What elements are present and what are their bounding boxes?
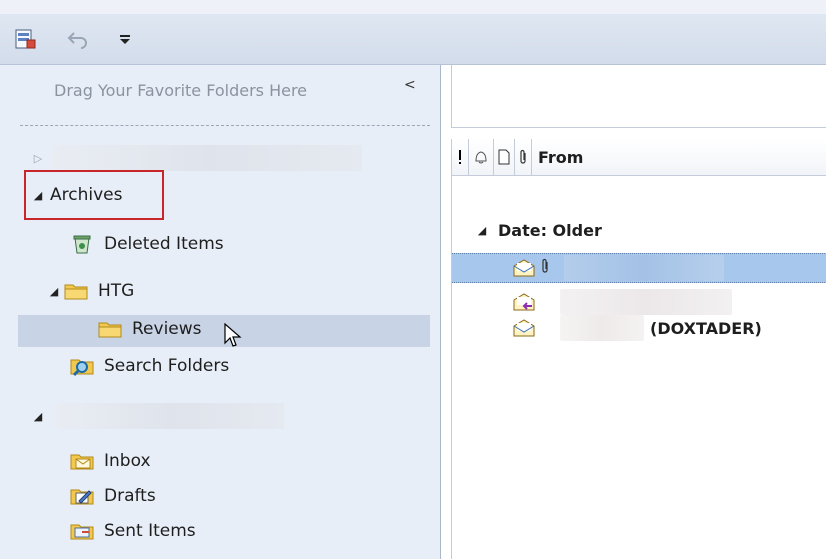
reminder-column-icon[interactable] (469, 139, 494, 175)
quick-access-toolbar (0, 14, 826, 65)
message-row[interactable] (452, 253, 826, 283)
message-list-pane: From ◢ Date: Older (DOXTADER) (441, 65, 826, 559)
folder-drafts[interactable]: Drafts (70, 485, 156, 507)
sent-items-icon (70, 520, 94, 542)
sender-redacted (560, 289, 732, 315)
collapse-pane-button[interactable]: < (404, 77, 416, 93)
search-folder-icon (70, 355, 94, 377)
folder-label: Inbox (104, 451, 151, 471)
recycle-bin-icon (70, 233, 94, 255)
folder-label: Drafts (104, 486, 156, 506)
folder-label: HTG (98, 281, 135, 301)
undo-icon[interactable] (58, 24, 98, 54)
envelope-open-icon (512, 257, 536, 279)
folder-label: Deleted Items (104, 234, 224, 254)
sender-redacted (564, 255, 724, 281)
collapse-icon[interactable]: ◢ (46, 285, 62, 298)
importance-column-icon[interactable] (452, 139, 469, 175)
folder-inbox[interactable]: Inbox (70, 450, 151, 472)
account-row-1[interactable]: ▷ (30, 145, 362, 171)
folder-reviews[interactable]: Reviews (98, 318, 202, 340)
column-from[interactable]: From (532, 148, 583, 167)
account-name-redacted (56, 403, 284, 429)
attachment-column-icon[interactable] (515, 139, 532, 175)
favorites-drop-hint: Drag Your Favorite Folders Here (54, 81, 308, 100)
folder-label: Search Folders (104, 356, 230, 376)
message-list-column-header: From (451, 139, 826, 176)
attachment-icon (540, 258, 550, 279)
sender-name: (DOXTADER) (650, 318, 762, 338)
folder-deleted-items[interactable]: Deleted Items (70, 233, 224, 255)
collapse-icon[interactable]: ◢ (474, 224, 490, 237)
folder-icon (64, 280, 88, 302)
mouse-cursor-icon (224, 322, 244, 354)
window-top-strip (0, 0, 826, 15)
favorites-divider (20, 125, 430, 126)
qat-customize-icon[interactable] (114, 24, 136, 54)
annotation-highlight (24, 170, 164, 220)
sender-redacted (560, 315, 644, 341)
envelope-open-icon (512, 317, 536, 339)
account-row-2[interactable]: ◢ (30, 403, 284, 429)
folder-htg[interactable]: ◢ HTG (46, 280, 135, 302)
envelope-reply-icon (512, 291, 536, 313)
folder-label: Reviews (132, 319, 202, 339)
navigation-pane: Drag Your Favorite Folders Here < ▷ ◢ Ar… (0, 65, 441, 559)
folder-icon (98, 318, 122, 340)
folder-search-folders[interactable]: Search Folders (70, 355, 229, 377)
message-list-header-area (451, 65, 826, 128)
group-header-date-older[interactable]: ◢ Date: Older (474, 221, 602, 240)
drafts-icon (70, 485, 94, 507)
group-label: Date: Older (498, 221, 602, 240)
collapse-icon[interactable]: ◢ (30, 410, 46, 423)
inbox-icon (70, 450, 94, 472)
item-type-column-icon[interactable] (494, 139, 515, 175)
folder-sent-items[interactable]: Sent Items (70, 520, 196, 542)
account-name-redacted (52, 145, 362, 171)
message-row[interactable]: (DOXTADER) (452, 313, 826, 343)
message-list: ◢ Date: Older (DOXTADER) (451, 175, 826, 559)
save-icon[interactable] (10, 24, 40, 54)
expand-icon[interactable]: ▷ (30, 152, 46, 165)
folder-label: Sent Items (104, 521, 196, 541)
